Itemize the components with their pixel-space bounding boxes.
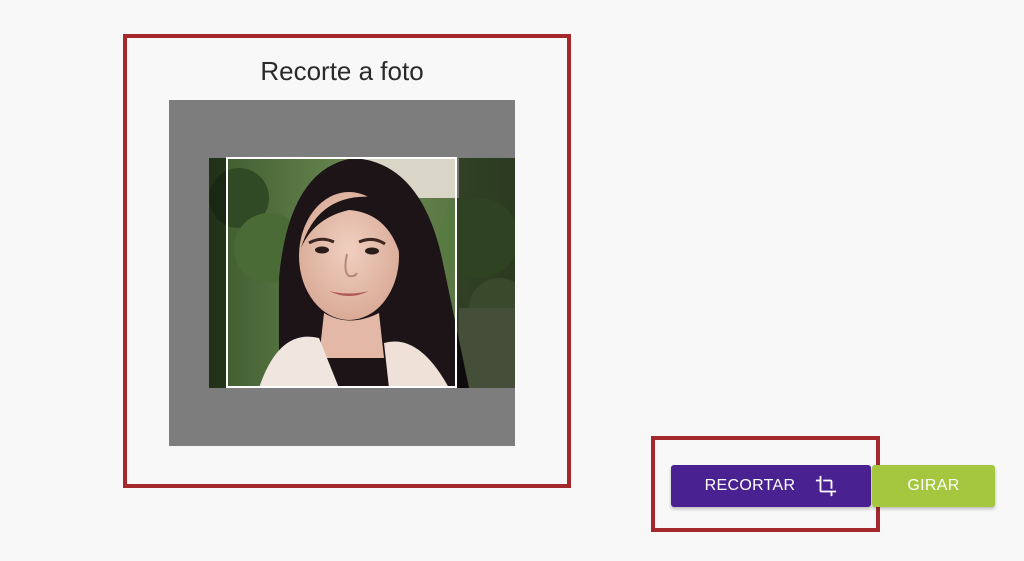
rotate-button-label: GIRAR bbox=[907, 477, 960, 494]
crop-mask-left bbox=[209, 158, 227, 388]
crop-icon bbox=[815, 475, 837, 497]
page-title: Recorte a foto bbox=[260, 56, 424, 86]
rotate-button[interactable]: GIRAR bbox=[872, 465, 995, 507]
crop-button-label: RECORTAR bbox=[704, 477, 796, 494]
crop-selection-frame[interactable] bbox=[226, 157, 457, 388]
crop-mask-right bbox=[457, 158, 515, 388]
crop-button[interactable]: RECORTAR bbox=[671, 465, 871, 507]
crop-stage[interactable] bbox=[169, 100, 515, 446]
